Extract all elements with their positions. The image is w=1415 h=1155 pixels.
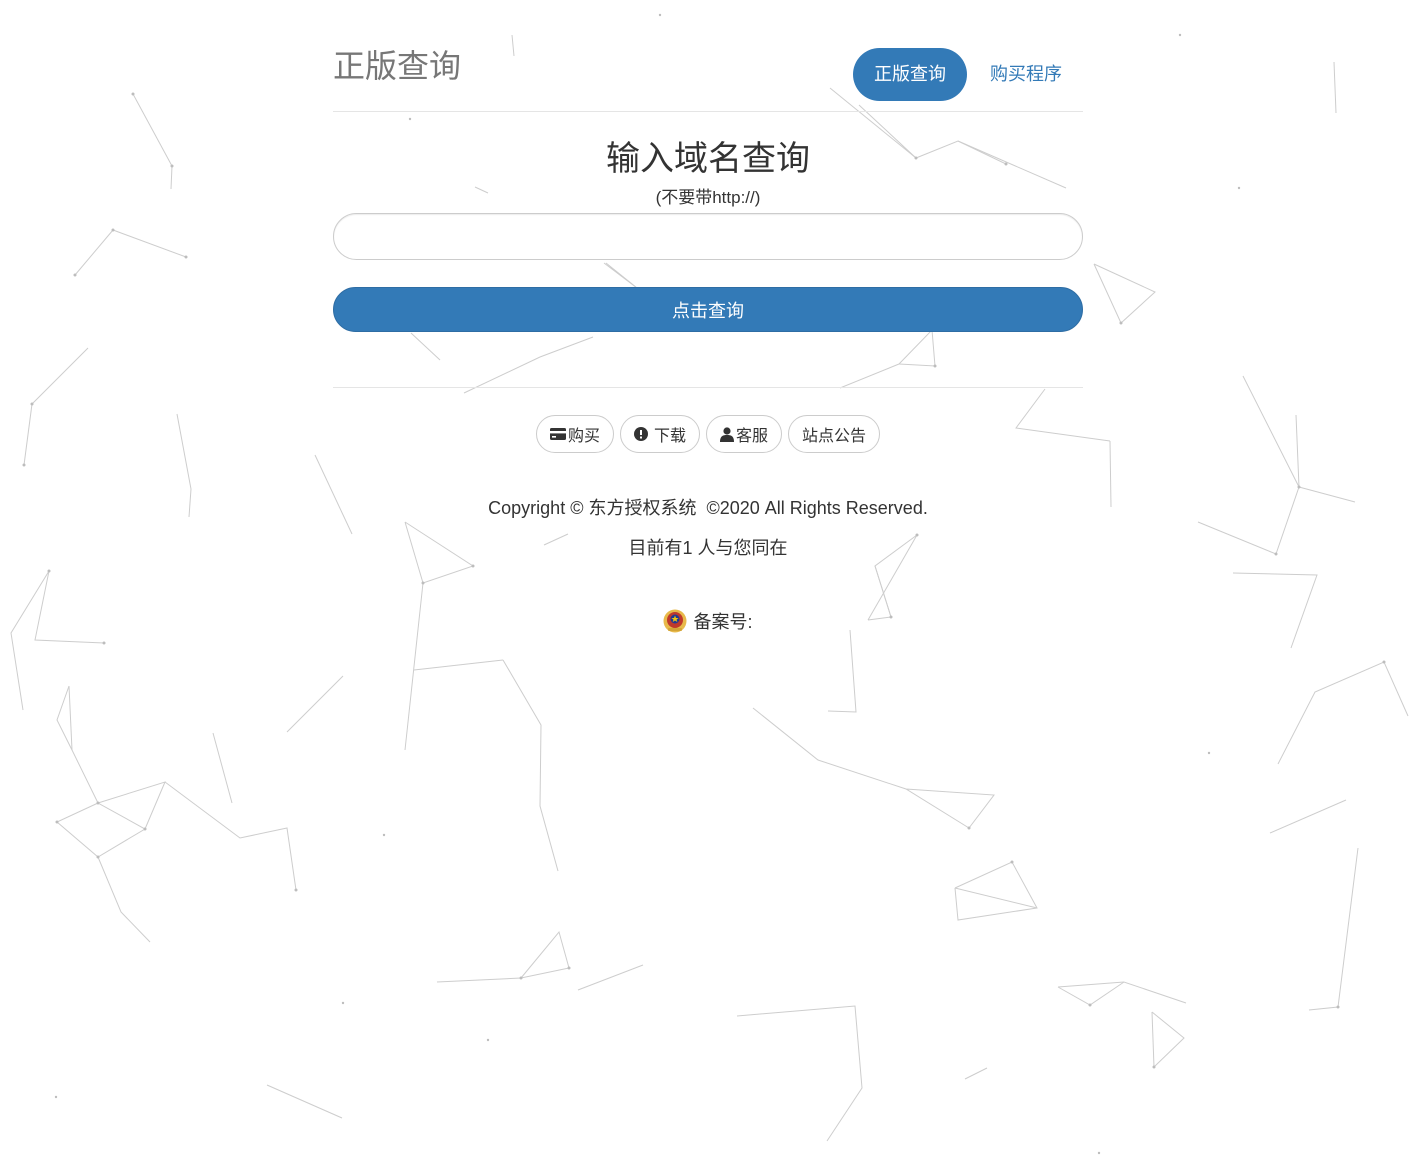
user-icon (720, 426, 734, 442)
footer-button-group: 购买 下载 客服 站点公告 (333, 415, 1083, 453)
buy-button-label: 购买 (567, 428, 600, 445)
submit-query-button[interactable]: 点击查询 (333, 287, 1083, 332)
exclamation-circle-icon (633, 427, 648, 441)
main-container: 正版查询 正版查询 购买程序 输入域名查询 (不要带http://) 点击查询 … (333, 0, 1083, 634)
nav-tab-genuine-check[interactable]: 正版查询 (853, 48, 967, 101)
support-button[interactable]: 客服 (706, 415, 783, 453)
download-button[interactable]: 下载 (619, 415, 700, 453)
copyright-text: Copyright © 东方授权系统 ©2020 All Rights Rese… (488, 498, 928, 518)
credit-card-icon (549, 428, 566, 440)
domain-input[interactable] (333, 213, 1083, 260)
support-button-label: 客服 (736, 428, 769, 445)
buy-button[interactable]: 购买 (535, 415, 614, 453)
nav-tab-buy-program[interactable]: 购买程序 (969, 48, 1083, 101)
header: 正版查询 正版查询 购买程序 (333, 0, 1083, 112)
query-heading: 输入域名查询 (606, 140, 810, 178)
beian-label: 备案号: (693, 612, 753, 632)
page-title: 正版查询 (333, 48, 462, 84)
nav-pills: 正版查询 购买程序 (853, 48, 1083, 101)
site-notice-button-label: 站点公告 (802, 428, 867, 445)
online-count-text: 目前有1 人与您同在 (628, 538, 788, 558)
beian-record: 备案号: (333, 608, 1083, 634)
divider (333, 387, 1083, 388)
download-button-label: 下载 (653, 428, 686, 445)
site-notice-button[interactable]: 站点公告 (788, 415, 881, 453)
query-hint: (不要带http://) (655, 188, 761, 207)
police-emblem-icon (663, 608, 687, 634)
